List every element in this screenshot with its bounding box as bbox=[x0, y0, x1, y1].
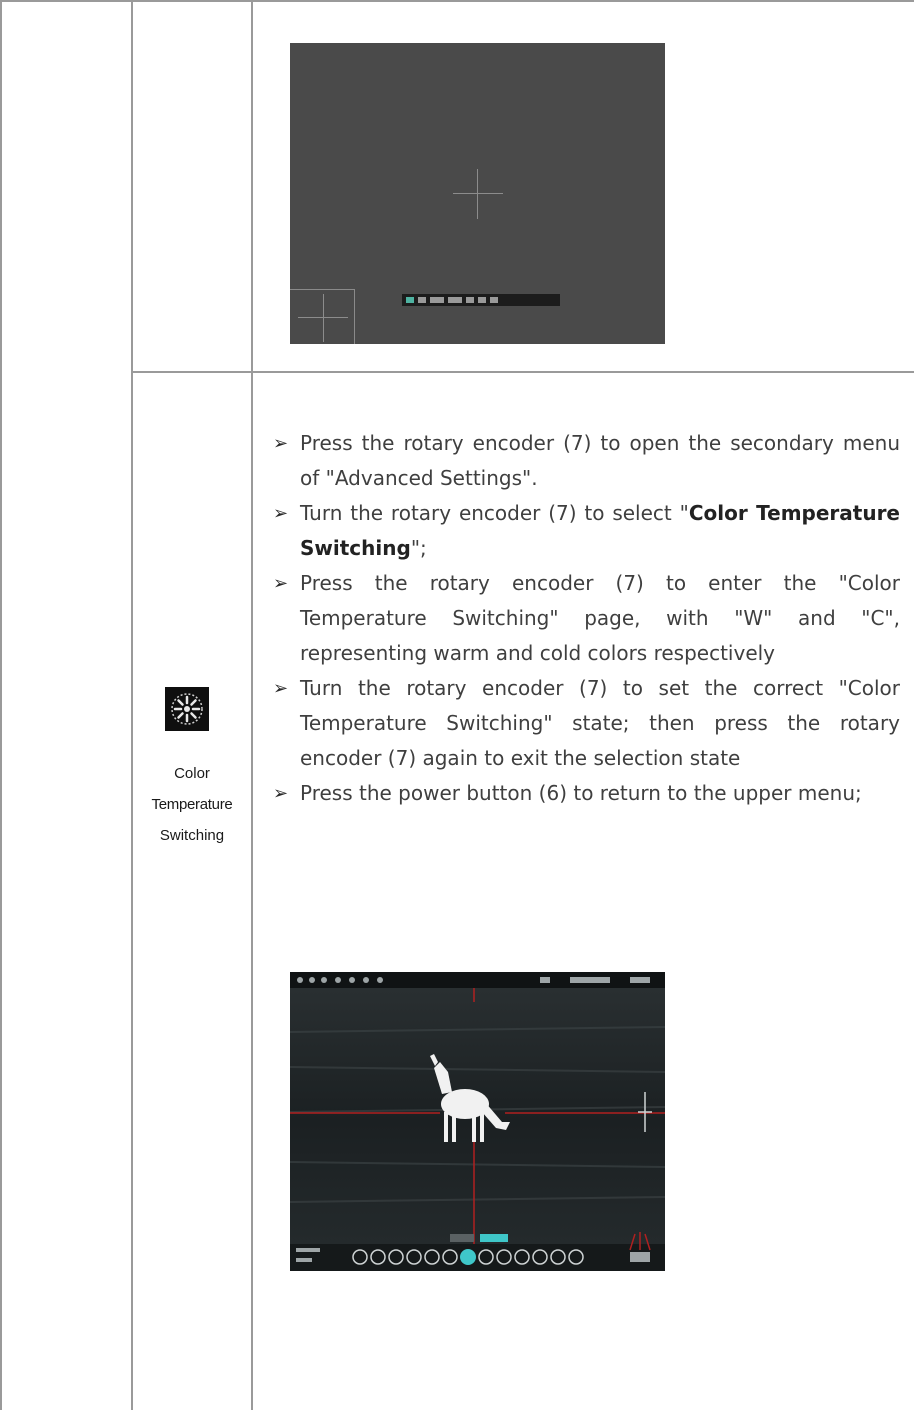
bullet-arrow-icon: ➢ bbox=[273, 573, 289, 594]
status-indicator-icon bbox=[448, 297, 462, 303]
status-indicator-icon bbox=[430, 297, 444, 303]
table-border-col1 bbox=[131, 0, 133, 1410]
device-screen-screenshot bbox=[290, 43, 665, 344]
thermal-view-screenshot bbox=[290, 972, 665, 1271]
status-indicator-icon bbox=[466, 297, 474, 303]
bullet-arrow-icon: ➢ bbox=[273, 503, 289, 524]
instruction-step: ➢ Press the rotary encoder (7) to enter t… bbox=[270, 566, 900, 671]
table-border-top bbox=[0, 0, 914, 2]
bullet-arrow-icon: ➢ bbox=[273, 433, 289, 454]
instruction-step: ➢ Press the power button (6) to return to… bbox=[270, 776, 900, 811]
color-temperature-icon bbox=[165, 687, 209, 731]
table-border-left bbox=[0, 0, 2, 1410]
feature-label-line: Color bbox=[174, 765, 210, 782]
reticle-vertical bbox=[477, 169, 478, 219]
bullet-arrow-icon: ➢ bbox=[273, 783, 289, 804]
status-indicator-icon bbox=[478, 297, 486, 303]
feature-label-line: Switching bbox=[159, 827, 225, 844]
feature-label-line: Temperature bbox=[151, 796, 233, 813]
status-bar bbox=[402, 294, 560, 306]
status-indicator-icon bbox=[406, 297, 414, 303]
status-indicator-icon bbox=[418, 297, 426, 303]
instruction-step: ➢ Press the rotary encoder (7) to open th… bbox=[270, 426, 900, 496]
table-row-divider bbox=[131, 371, 914, 373]
table-border-col2 bbox=[251, 0, 253, 1410]
picture-in-picture-box bbox=[290, 289, 355, 344]
reticle-horizontal bbox=[453, 193, 503, 194]
thermal-scene bbox=[290, 972, 665, 1271]
instruction-step: ➢ Turn the rotary encoder (7) to select "… bbox=[270, 496, 900, 566]
status-indicator-icon bbox=[490, 297, 498, 303]
instruction-list: ➢ Press the rotary encoder (7) to open th… bbox=[270, 426, 900, 811]
instruction-step: ➢ Turn the rotary encoder (7) to set the … bbox=[270, 671, 900, 776]
bullet-arrow-icon: ➢ bbox=[273, 678, 289, 699]
